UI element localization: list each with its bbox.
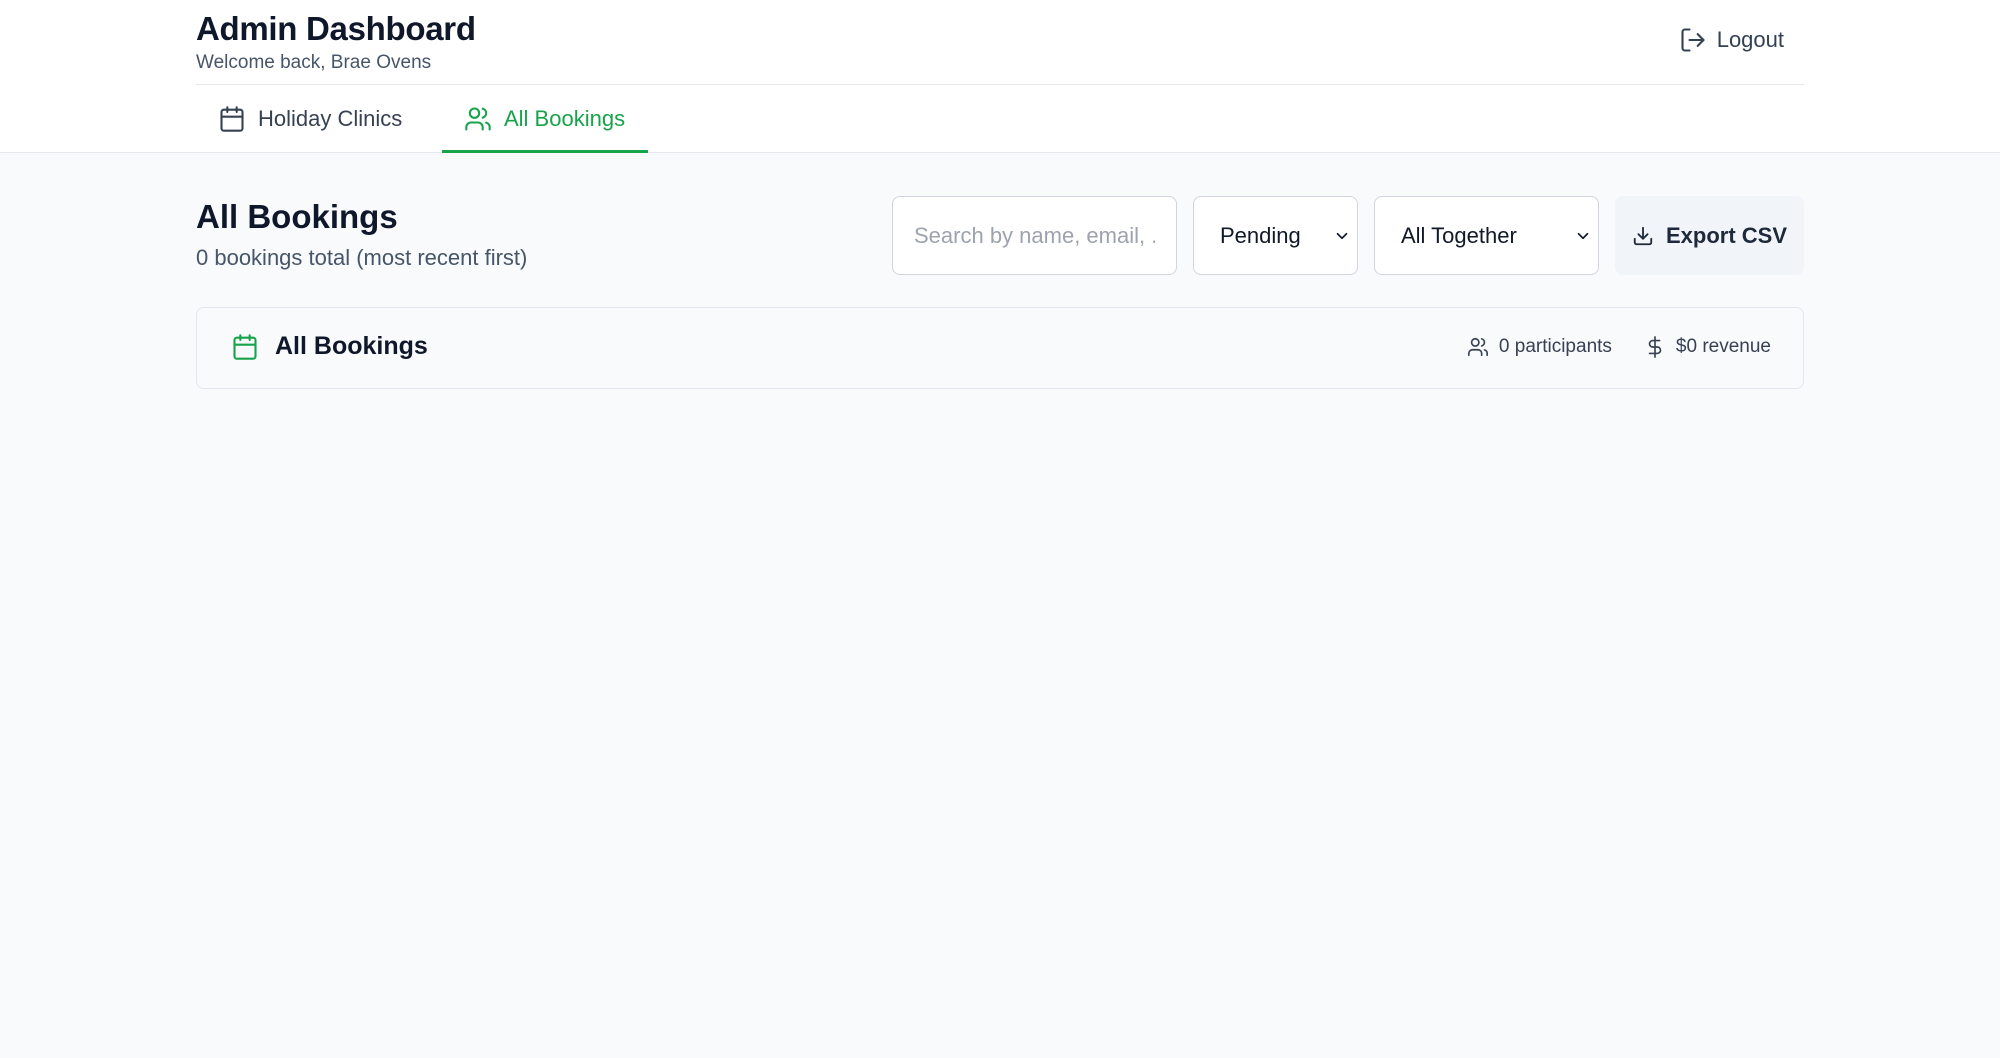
search-input[interactable] xyxy=(892,196,1177,275)
chevron-down-icon xyxy=(1336,232,1348,240)
page-title: Admin Dashboard xyxy=(196,10,476,47)
logout-button[interactable]: Logout xyxy=(1679,26,1784,54)
users-icon xyxy=(465,106,491,131)
group-select-value: All Together xyxy=(1401,222,1517,248)
group-select[interactable]: All Together xyxy=(1374,196,1599,275)
bookings-count: 0 bookings total (most recent first) xyxy=(196,245,528,270)
welcome-text: Welcome back, Brae Ovens xyxy=(196,52,432,73)
status-select-value: Pending xyxy=(1220,222,1301,248)
download-icon xyxy=(1633,226,1653,245)
tab-bar: Holiday Clinics All Bookings xyxy=(196,85,1804,153)
card-title: All Bookings xyxy=(231,332,428,361)
revenue-amount: $0 revenue xyxy=(1675,336,1771,357)
filter-controls: Pending All Together Export CSV xyxy=(892,196,1804,275)
dollar-icon xyxy=(1648,336,1662,358)
header: Admin Dashboard Welcome back, Brae Ovens… xyxy=(0,0,2000,153)
export-csv-button[interactable]: Export CSV xyxy=(1615,196,1804,275)
tab-label: All Bookings xyxy=(504,105,626,131)
calendar-icon xyxy=(220,105,244,132)
card-stats: 0 participants $0 revenue xyxy=(1467,336,1771,358)
revenue-stat: $0 revenue xyxy=(1644,336,1771,358)
users-icon xyxy=(1467,337,1488,357)
participants-count: 0 participants xyxy=(1498,336,1612,357)
section-title: All Bookings xyxy=(196,198,398,235)
tab-holiday-clinics[interactable]: Holiday Clinics xyxy=(196,85,428,152)
topbar: Admin Dashboard Welcome back, Brae Ovens… xyxy=(196,0,1804,85)
card-title-text: All Bookings xyxy=(275,332,428,360)
export-label: Export CSV xyxy=(1665,222,1788,248)
participants-stat: 0 participants xyxy=(1467,336,1612,358)
calendar-icon xyxy=(233,333,257,360)
tab-label: Holiday Clinics xyxy=(258,105,403,131)
logout-icon xyxy=(1681,28,1705,52)
status-select[interactable]: Pending xyxy=(1193,196,1358,275)
tab-all-bookings[interactable]: All Bookings xyxy=(442,85,648,153)
logout-label: Logout xyxy=(1716,27,1784,52)
bookings-summary-card[interactable]: All Bookings 0 participants $0 revenue xyxy=(196,307,1804,389)
chevron-down-icon xyxy=(1577,232,1589,240)
